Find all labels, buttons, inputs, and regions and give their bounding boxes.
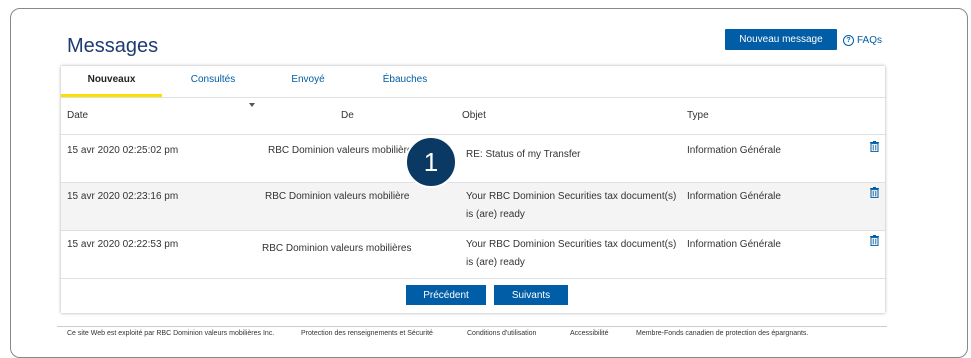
row-subject-link-line2[interactable]: is (are) ready xyxy=(466,253,525,272)
new-message-button[interactable]: Nouveau message xyxy=(725,29,837,50)
row-date: 15 avr 2020 02:22:53 pm xyxy=(67,239,179,250)
sort-down-icon[interactable] xyxy=(249,103,255,107)
previous-page-button[interactable]: Précédent xyxy=(406,285,486,305)
column-header-type[interactable]: Type xyxy=(687,110,709,121)
trash-icon[interactable] xyxy=(870,141,879,152)
trash-icon[interactable] xyxy=(870,187,879,198)
callout-badge: 1 xyxy=(405,136,457,188)
message-tabs: Nouveaux Consultés Envoyé Ébauches xyxy=(61,66,885,98)
tab-envoye[interactable]: Envoyé xyxy=(283,66,333,97)
footer-link-privacy[interactable]: Protection des renseignements et Sécurit… xyxy=(301,330,433,337)
row-type: Information Générale xyxy=(687,191,781,202)
faq-link[interactable]: ? FAQs xyxy=(843,35,882,46)
row-type: Information Générale xyxy=(687,239,781,250)
footer-link-terms[interactable]: Conditions d'utilisation xyxy=(467,330,536,337)
footer-link-cipf[interactable]: Membre-Fonds canadien de protection des … xyxy=(636,330,808,337)
page-title: Messages xyxy=(67,35,159,57)
row-subject-link[interactable]: Your RBC Dominion Securities tax documen… xyxy=(466,187,676,206)
table-row[interactable]: 15 avr 2020 02:25:02 pm RBC Dominion val… xyxy=(61,135,885,183)
column-header-date[interactable]: Date xyxy=(67,110,88,121)
row-subject-link-line2[interactable]: is (are) ready xyxy=(466,205,525,224)
table-row[interactable]: 15 avr 2020 02:23:16 pm RBC Dominion val… xyxy=(61,183,885,231)
row-subject-link[interactable]: RE: Status of my Transfer xyxy=(466,145,580,164)
help-icon: ? xyxy=(843,35,854,46)
row-date: 15 avr 2020 02:25:02 pm xyxy=(67,145,179,156)
messages-panel: Nouveaux Consultés Envoyé Ébauches Date … xyxy=(61,66,885,313)
row-from: RBC Dominion valeurs mobilières xyxy=(268,145,418,156)
row-from: RBC Dominion valeurs mobilières xyxy=(262,243,412,254)
tab-ebauches[interactable]: Ébauches xyxy=(375,66,435,97)
row-type: Information Générale xyxy=(687,145,781,156)
column-header-from[interactable]: De xyxy=(341,110,354,121)
faq-label: FAQs xyxy=(857,35,883,46)
tab-nouveaux[interactable]: Nouveaux xyxy=(61,66,162,97)
table-row[interactable]: 15 avr 2020 02:22:53 pm RBC Dominion val… xyxy=(61,231,885,279)
footer-link-accessibility[interactable]: Accessibilité xyxy=(570,330,609,337)
trash-icon[interactable] xyxy=(870,235,879,246)
footer-divider xyxy=(57,326,887,327)
row-subject-link[interactable]: Your RBC Dominion Securities tax documen… xyxy=(466,235,676,254)
column-header-subject[interactable]: Objet xyxy=(462,110,486,121)
row-date: 15 avr 2020 02:23:16 pm xyxy=(67,191,179,202)
tab-consultes[interactable]: Consultés xyxy=(178,66,248,97)
next-page-button[interactable]: Suivants xyxy=(494,285,568,305)
footer-operator-text: Ce site Web est exploité par RBC Dominio… xyxy=(67,330,275,337)
row-from: RBC Dominion valeurs mobilière xyxy=(265,191,410,202)
